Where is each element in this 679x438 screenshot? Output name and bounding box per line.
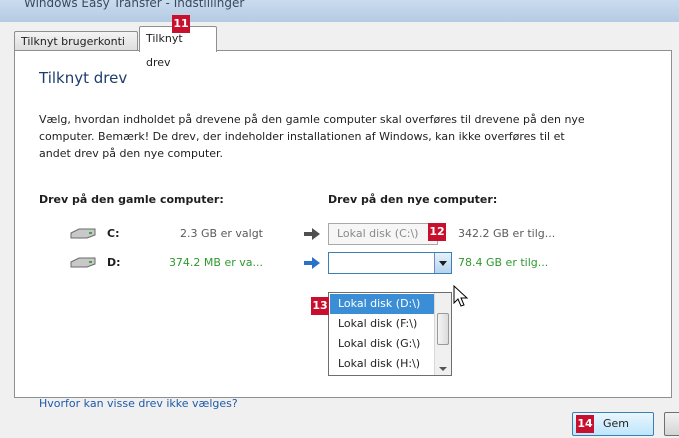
dropdown-option[interactable]: Lokal disk (D:\) — [330, 294, 436, 314]
tab-tilknyt-brugerkonti[interactable]: Tilknyt brugerkonti — [14, 31, 138, 51]
scroll-down-icon[interactable] — [439, 367, 447, 371]
arrow-right-icon — [304, 228, 320, 240]
title-bar: Windows Easy Transfer - Indstillinger — [0, 0, 679, 22]
new-drives-header: Drev på den nye computer: — [328, 193, 498, 206]
dropdown-option[interactable]: Lokal disk (G:\) — [330, 334, 436, 354]
badge-11: 11 — [172, 15, 190, 33]
drive-dropdown-list: Lokal disk (D:\) Lokal disk (F:\) Lokal … — [328, 292, 452, 376]
dropdown-option[interactable]: Lokal disk (H:\) — [330, 354, 436, 374]
scrollbar-thumb[interactable] — [437, 313, 449, 345]
dialog: Tilknyt brugerkonti Tilknyt drev 11 Tilk… — [0, 15, 679, 438]
help-link[interactable]: Hvorfor kan visse drev ikke vælges? — [39, 397, 238, 410]
dropdown-option[interactable]: Lokal disk (F:\) — [330, 314, 436, 334]
mouse-cursor-icon — [453, 285, 469, 307]
drive-letter-d: D: — [107, 256, 121, 269]
target-drive-d-dropdown[interactable] — [328, 252, 452, 274]
badge-12: 12 — [428, 223, 446, 241]
cancel-button[interactable] — [664, 412, 679, 436]
window-title: Windows Easy Transfer - Indstillinger — [24, 0, 245, 10]
badge-14: 14 — [576, 415, 594, 433]
hard-drive-icon — [70, 257, 96, 268]
page-title: Tilknyt drev — [39, 69, 128, 87]
drive-c-size: 2.3 GB er valgt — [180, 227, 263, 240]
drive-d-size: 374.2 MB er va... — [168, 256, 263, 269]
drive-d-free: 78.4 GB er tilg... — [458, 256, 549, 269]
tab-panel: Tilknyt drev Vælg, hvordan indholdet på … — [14, 50, 672, 410]
hard-drive-icon — [70, 228, 96, 239]
badge-13: 13 — [311, 297, 329, 315]
drive-letter-c: C: — [107, 227, 120, 240]
drive-c-free: 342.2 GB er tilg... — [458, 227, 556, 240]
arrow-right-icon — [304, 257, 320, 269]
dropdown-scrollbar[interactable] — [434, 293, 451, 375]
old-drives-header: Drev på den gamle computer: — [39, 193, 224, 206]
target-drive-c: Lokal disk (C:\) — [328, 223, 438, 245]
chevron-down-icon[interactable] — [434, 253, 451, 273]
description: Vælg, hvordan indholdet på drevene på de… — [39, 113, 585, 160]
